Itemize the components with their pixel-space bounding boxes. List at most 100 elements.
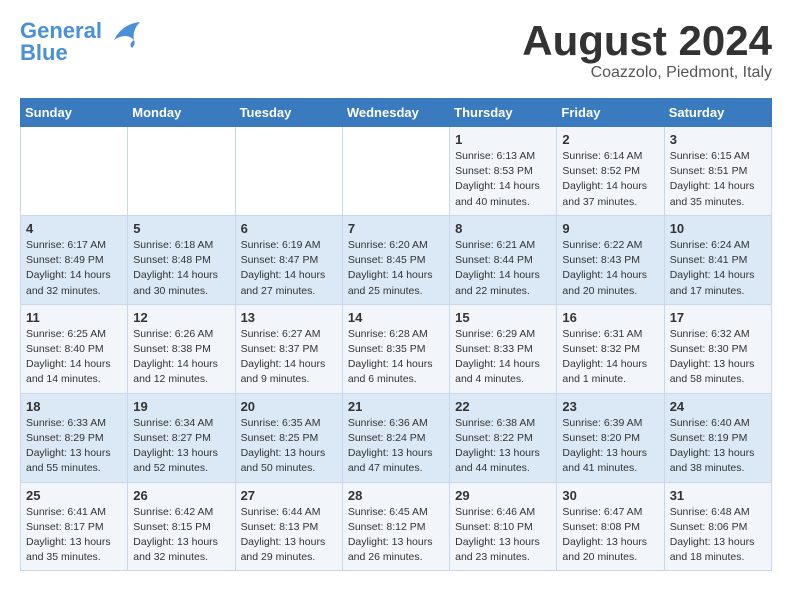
day-info: Sunrise: 6:42 AMSunset: 8:15 PMDaylight:… (133, 505, 229, 566)
day-info: Sunrise: 6:34 AMSunset: 8:27 PMDaylight:… (133, 416, 229, 477)
calendar-cell: 30Sunrise: 6:47 AMSunset: 8:08 PMDayligh… (557, 482, 664, 571)
day-number: 17 (670, 310, 766, 325)
weekday-header: Saturday (664, 99, 771, 127)
day-info: Sunrise: 6:39 AMSunset: 8:20 PMDaylight:… (562, 416, 658, 477)
calendar-cell: 6 Sunrise: 6:19 AMSunset: 8:47 PMDaylight… (235, 215, 342, 304)
calendar-cell: 15 Sunrise: 6:29 AMSunset: 8:33 PMDayligh… (450, 304, 557, 393)
day-number: 3 (670, 132, 766, 147)
day-number: 22 (455, 399, 551, 414)
day-info: Sunrise: 6:44 AMSunset: 8:13 PMDaylight:… (241, 505, 337, 566)
logo-bird-icon (104, 22, 140, 52)
day-number: 8 (455, 221, 551, 236)
day-number: 5 (133, 221, 229, 236)
day-info: Sunrise: 6:35 AMSunset: 8:25 PMDaylight:… (241, 416, 337, 477)
day-number: 4 (26, 221, 122, 236)
day-number: 9 (562, 221, 658, 236)
calendar-week-row: 11Sunrise: 6:25 AMSunset: 8:40 PMDayligh… (21, 304, 772, 393)
calendar-cell: 7 Sunrise: 6:20 AMSunset: 8:45 PMDaylight… (342, 215, 449, 304)
calendar-cell: 16 Sunrise: 6:31 AMSunset: 8:32 PMDayligh… (557, 304, 664, 393)
page-header: General Blue August 2024 Coazzolo, Piedm… (20, 20, 772, 82)
day-number: 28 (348, 488, 444, 503)
calendar-cell: 12 Sunrise: 6:26 AMSunset: 8:38 PMDayligh… (128, 304, 235, 393)
calendar-cell: 22Sunrise: 6:38 AMSunset: 8:22 PMDayligh… (450, 393, 557, 482)
logo: General Blue (20, 20, 140, 64)
day-info: Sunrise: 6:26 AMSunset: 8:38 PMDaylight:… (133, 327, 229, 388)
calendar-cell: 14 Sunrise: 6:28 AMSunset: 8:35 PMDayligh… (342, 304, 449, 393)
calendar-cell: 13Sunrise: 6:27 AMSunset: 8:37 PMDayligh… (235, 304, 342, 393)
calendar-cell: 23 Sunrise: 6:39 AMSunset: 8:20 PMDayligh… (557, 393, 664, 482)
day-number: 24 (670, 399, 766, 414)
calendar-cell: 2Sunrise: 6:14 AMSunset: 8:52 PMDaylight… (557, 127, 664, 216)
logo-text: General Blue (20, 20, 102, 64)
calendar-cell: 8 Sunrise: 6:21 AMSunset: 8:44 PMDaylight… (450, 215, 557, 304)
month-title: August 2024 (522, 20, 772, 62)
calendar-table: SundayMondayTuesdayWednesdayThursdayFrid… (20, 98, 772, 571)
day-info: Sunrise: 6:32 AMSunset: 8:30 PMDaylight:… (670, 327, 766, 388)
day-info: Sunrise: 6:48 AMSunset: 8:06 PMDaylight:… (670, 505, 766, 566)
day-number: 23 (562, 399, 658, 414)
day-number: 7 (348, 221, 444, 236)
day-number: 12 (133, 310, 229, 325)
weekday-header: Thursday (450, 99, 557, 127)
day-info: Sunrise: 6:40 AMSunset: 8:19 PMDaylight:… (670, 416, 766, 477)
day-info: Sunrise: 6:31 AMSunset: 8:32 PMDaylight:… (562, 327, 658, 388)
day-info: Sunrise: 6:36 AMSunset: 8:24 PMDaylight:… (348, 416, 444, 477)
day-info: Sunrise: 6:13 AMSunset: 8:53 PMDaylight:… (455, 149, 551, 210)
calendar-cell: 19Sunrise: 6:34 AMSunset: 8:27 PMDayligh… (128, 393, 235, 482)
calendar-cell: 20 Sunrise: 6:35 AMSunset: 8:25 PMDayligh… (235, 393, 342, 482)
calendar-cell: 18Sunrise: 6:33 AMSunset: 8:29 PMDayligh… (21, 393, 128, 482)
day-number: 10 (670, 221, 766, 236)
day-info: Sunrise: 6:18 AMSunset: 8:48 PMDaylight:… (133, 238, 229, 299)
calendar-cell: 29Sunrise: 6:46 AMSunset: 8:10 PMDayligh… (450, 482, 557, 571)
weekday-header: Wednesday (342, 99, 449, 127)
day-info: Sunrise: 6:28 AMSunset: 8:35 PMDaylight:… (348, 327, 444, 388)
calendar-week-row: 1 Sunrise: 6:13 AMSunset: 8:53 PMDaylight… (21, 127, 772, 216)
day-number: 14 (348, 310, 444, 325)
calendar-cell: 27 Sunrise: 6:44 AMSunset: 8:13 PMDayligh… (235, 482, 342, 571)
day-number: 27 (241, 488, 337, 503)
calendar-cell: 25Sunrise: 6:41 AMSunset: 8:17 PMDayligh… (21, 482, 128, 571)
calendar-cell: 11Sunrise: 6:25 AMSunset: 8:40 PMDayligh… (21, 304, 128, 393)
calendar-cell: 28 Sunrise: 6:45 AMSunset: 8:12 PMDayligh… (342, 482, 449, 571)
logo-blue: Blue (20, 40, 68, 65)
calendar-week-row: 25Sunrise: 6:41 AMSunset: 8:17 PMDayligh… (21, 482, 772, 571)
calendar-cell (128, 127, 235, 216)
calendar-cell: 10 Sunrise: 6:24 AMSunset: 8:41 PMDayligh… (664, 215, 771, 304)
calendar-cell: 9Sunrise: 6:22 AMSunset: 8:43 PMDaylight… (557, 215, 664, 304)
day-info: Sunrise: 6:24 AMSunset: 8:41 PMDaylight:… (670, 238, 766, 299)
day-number: 21 (348, 399, 444, 414)
calendar-week-row: 18Sunrise: 6:33 AMSunset: 8:29 PMDayligh… (21, 393, 772, 482)
day-number: 16 (562, 310, 658, 325)
calendar-cell: 5 Sunrise: 6:18 AMSunset: 8:48 PMDaylight… (128, 215, 235, 304)
calendar-cell: 26 Sunrise: 6:42 AMSunset: 8:15 PMDayligh… (128, 482, 235, 571)
weekday-header: Monday (128, 99, 235, 127)
calendar-cell (342, 127, 449, 216)
weekday-header: Tuesday (235, 99, 342, 127)
day-number: 11 (26, 310, 122, 325)
day-info: Sunrise: 6:45 AMSunset: 8:12 PMDaylight:… (348, 505, 444, 566)
day-info: Sunrise: 6:46 AMSunset: 8:10 PMDaylight:… (455, 505, 551, 566)
day-info: Sunrise: 6:20 AMSunset: 8:45 PMDaylight:… (348, 238, 444, 299)
calendar-cell: 4 Sunrise: 6:17 AMSunset: 8:49 PMDaylight… (21, 215, 128, 304)
day-info: Sunrise: 6:47 AMSunset: 8:08 PMDaylight:… (562, 505, 658, 566)
day-info: Sunrise: 6:21 AMSunset: 8:44 PMDaylight:… (455, 238, 551, 299)
day-info: Sunrise: 6:19 AMSunset: 8:47 PMDaylight:… (241, 238, 337, 299)
day-number: 26 (133, 488, 229, 503)
calendar-week-row: 4 Sunrise: 6:17 AMSunset: 8:49 PMDaylight… (21, 215, 772, 304)
day-number: 6 (241, 221, 337, 236)
calendar-cell: 21 Sunrise: 6:36 AMSunset: 8:24 PMDayligh… (342, 393, 449, 482)
weekday-header: Sunday (21, 99, 128, 127)
calendar-cell: 17 Sunrise: 6:32 AMSunset: 8:30 PMDayligh… (664, 304, 771, 393)
day-info: Sunrise: 6:17 AMSunset: 8:49 PMDaylight:… (26, 238, 122, 299)
day-number: 1 (455, 132, 551, 147)
day-info: Sunrise: 6:29 AMSunset: 8:33 PMDaylight:… (455, 327, 551, 388)
day-info: Sunrise: 6:33 AMSunset: 8:29 PMDaylight:… (26, 416, 122, 477)
title-block: August 2024 Coazzolo, Piedmont, Italy (522, 20, 772, 82)
day-info: Sunrise: 6:27 AMSunset: 8:37 PMDaylight:… (241, 327, 337, 388)
calendar-cell: 31Sunrise: 6:48 AMSunset: 8:06 PMDayligh… (664, 482, 771, 571)
day-number: 15 (455, 310, 551, 325)
day-number: 20 (241, 399, 337, 414)
calendar-cell (235, 127, 342, 216)
location: Coazzolo, Piedmont, Italy (522, 64, 772, 82)
day-info: Sunrise: 6:41 AMSunset: 8:17 PMDaylight:… (26, 505, 122, 566)
